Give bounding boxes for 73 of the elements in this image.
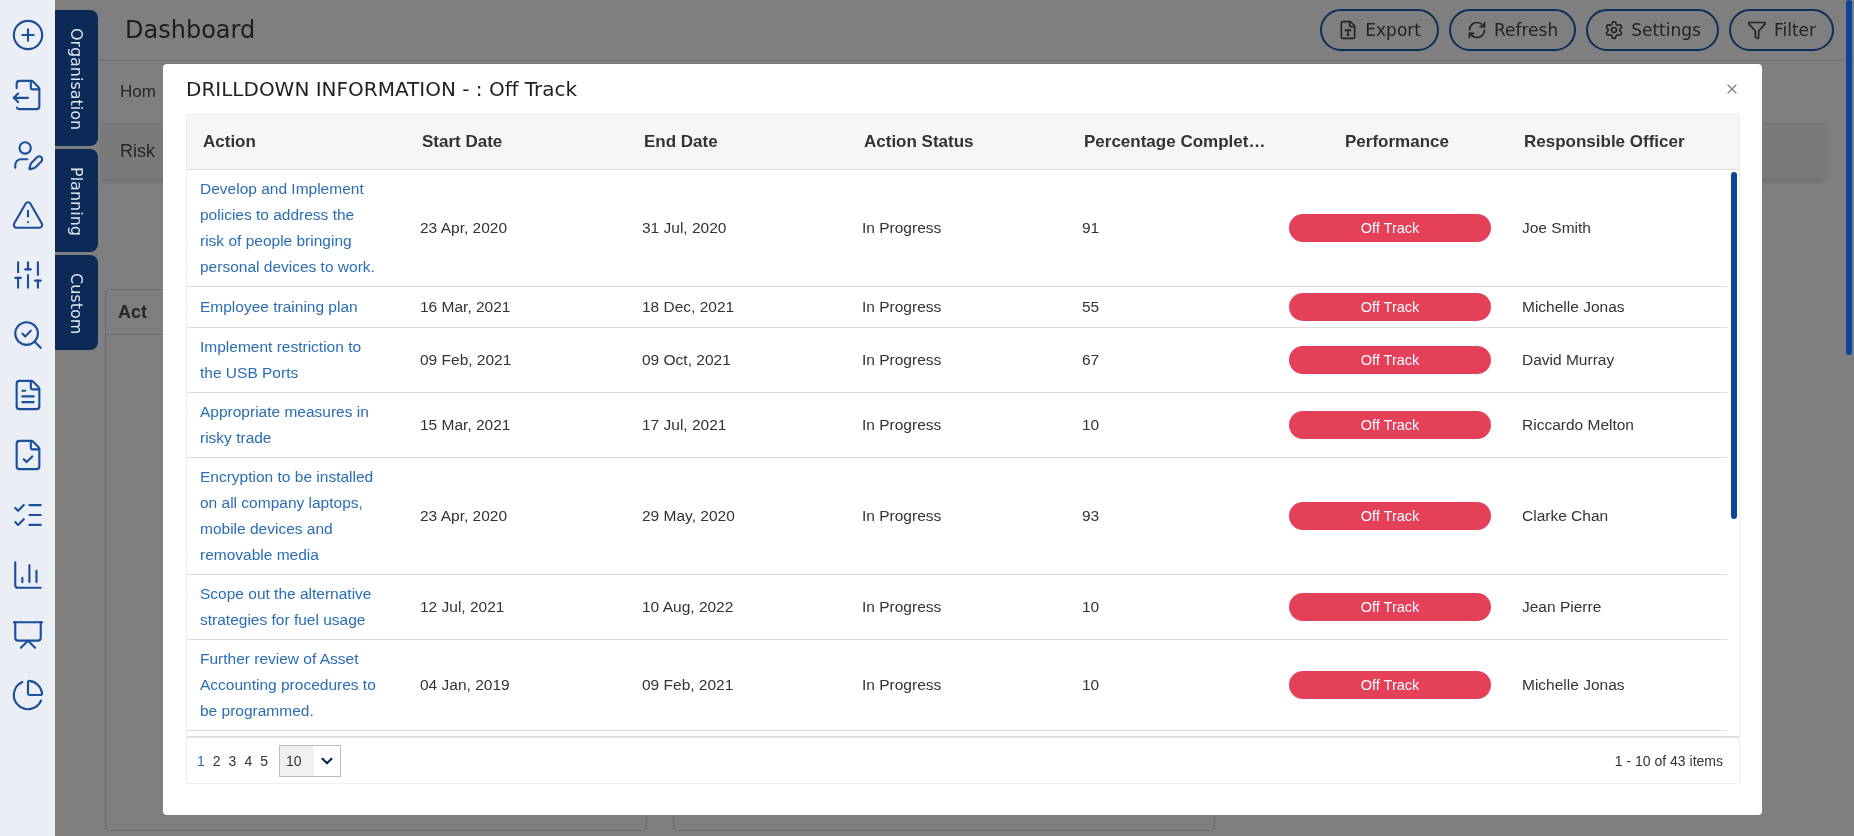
filter-button[interactable]: Filter	[1728, 9, 1834, 51]
table-cell-text: 10	[1081, 416, 1101, 434]
side-tab[interactable]: Organisation	[55, 10, 98, 147]
performance-badge: Off Track	[1289, 346, 1491, 374]
performance-badge: Off Track	[1289, 293, 1491, 321]
table-cell-text: David Murray	[1521, 351, 1616, 369]
page-link[interactable]: 1	[196, 752, 206, 769]
page-title: Dashboard	[125, 16, 256, 44]
action-link[interactable]: Develop and Implement policies to address the risk of people bringing personal devices to work.	[187, 176, 382, 280]
action-link[interactable]: Appropriate measures in risky trade	[187, 399, 382, 451]
table-cell-text: Joe Smith	[1521, 219, 1592, 237]
performance-badge: Off Track	[1289, 214, 1491, 242]
table-cell-text: In Progress	[861, 219, 943, 237]
table-cell-text: In Progress	[861, 298, 943, 316]
action-link[interactable]: Encryption to be installed on all company laptops, mobile devices and removable media	[187, 464, 382, 568]
performance-badge: Off Track	[1289, 593, 1491, 621]
table-cell-text: In Progress	[861, 351, 943, 369]
pager-info: 1 - 10 of 43 items	[1614, 752, 1723, 769]
table-cell-text: 15 Mar, 2021	[419, 416, 512, 434]
column-header: Action Status	[863, 132, 975, 152]
table-cell-text: 09 Feb, 2021	[641, 676, 735, 694]
performance-badge: Off Track	[1289, 411, 1491, 439]
table-cell-text: In Progress	[861, 676, 943, 694]
table-cell-text: In Progress	[861, 598, 943, 616]
column-header: Percentage Complet…	[1083, 132, 1267, 152]
column-header: Action	[202, 132, 257, 152]
page-link[interactable]: 5	[259, 752, 269, 769]
refresh-button[interactable]: Refresh	[1448, 9, 1577, 51]
table-cell-text: 04 Jan, 2019	[419, 676, 511, 694]
page-size-select[interactable]: 10	[279, 744, 341, 777]
performance-badge: Off Track	[1289, 502, 1491, 530]
table-cell-text: 23 Apr, 2020	[419, 507, 509, 525]
column-header: Start Date	[421, 132, 504, 152]
page-link[interactable]: 3	[227, 752, 238, 769]
performance-badge: Off Track	[1289, 671, 1491, 699]
table-cell-text: 55	[1081, 298, 1101, 316]
dialog-title: DRILLDOWN INFORMATION - : Off Track	[186, 77, 578, 101]
table-cell-text: 29 May, 2020	[641, 507, 736, 525]
action-link[interactable]: Implement restriction to the USB Ports	[187, 334, 382, 386]
page-link[interactable]: 4	[243, 752, 254, 769]
table-cell-text: Jean Pierre	[1521, 598, 1603, 616]
table-cell-text: 17 Jul, 2021	[641, 416, 728, 434]
column-header: Responsible Officer	[1523, 132, 1686, 152]
table-cell-text: In Progress	[861, 507, 943, 525]
export-button[interactable]: Export	[1320, 9, 1439, 51]
table-cell-text: 16 Mar, 2021	[419, 298, 512, 316]
table-cell-text: 10	[1081, 598, 1101, 616]
action-link[interactable]: Scope out the alternative strategies for fuel usage	[187, 581, 382, 633]
table-cell-text: 23 Apr, 2020	[419, 219, 509, 237]
action-link[interactable]: Employee training plan	[187, 294, 382, 320]
column-header: Performance	[1344, 132, 1450, 152]
table-cell-text: 09 Feb, 2021	[419, 351, 513, 369]
settings-button[interactable]: Settings	[1586, 9, 1719, 51]
table-cell-text: Clarke Chan	[1521, 507, 1610, 525]
page-link[interactable]: 2	[211, 752, 222, 769]
table-cell-text: 10 Aug, 2022	[641, 598, 735, 616]
side-tab[interactable]: Planning	[55, 149, 98, 253]
table-cell-text: Michelle Jonas	[1521, 676, 1626, 694]
side-tab[interactable]: Custom	[55, 255, 98, 351]
table-cell-text: 31 Jul, 2020	[641, 219, 728, 237]
table-cell-text: Michelle Jonas	[1521, 298, 1626, 316]
table-cell-text: 12 Jul, 2021	[419, 598, 506, 616]
table-cell-text: In Progress	[861, 416, 943, 434]
table-cell-text: 09 Oct, 2021	[641, 351, 732, 369]
table-cell-text: 67	[1081, 351, 1101, 369]
table-cell-text: 10	[1081, 676, 1101, 694]
table-cell-text: 93	[1081, 507, 1101, 525]
column-header: End Date	[643, 132, 719, 152]
breadcrumb-link[interactable]: Hom	[120, 82, 156, 102]
action-link[interactable]: Further review of Asset Accounting procedures to be programmed.	[187, 646, 382, 724]
table-cell-text: 91	[1081, 219, 1101, 237]
section-title: Risk	[120, 141, 155, 162]
table-cell-text: Riccardo Melton	[1521, 416, 1635, 434]
